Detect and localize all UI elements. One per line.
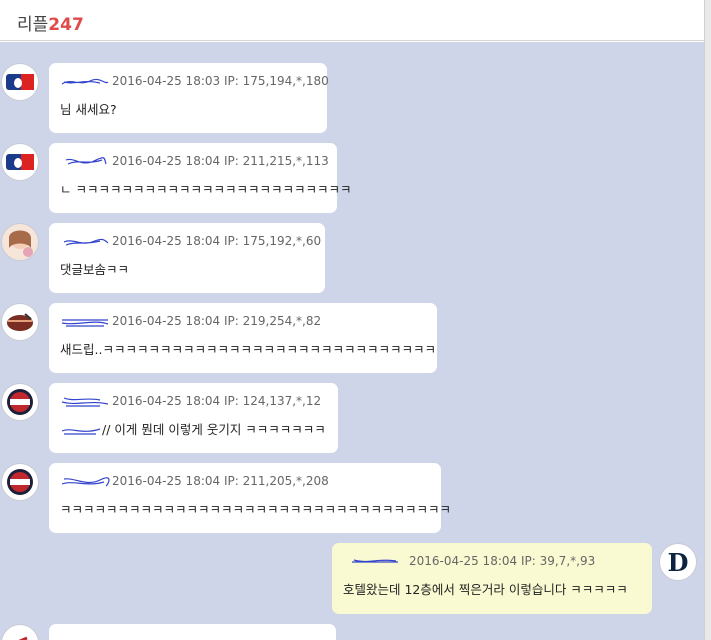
redacted-nickname: [61, 476, 110, 487]
comment-ip: IP: 39,7,*,93: [520, 554, 596, 568]
redacted-nickname: [61, 396, 109, 407]
comment-datetime: 2016-04-25 18:04: [409, 554, 518, 568]
redacted-nickname: [65, 156, 107, 165]
bears-logo-icon[interactable]: [1, 463, 39, 501]
comment-meta: 2016-04-25 18:04 IP: 39,7,*,93: [343, 553, 641, 569]
giants-logo-icon[interactable]: [1, 624, 39, 640]
comment-text: 새드립..ㅋㅋㅋㅋㅋㅋㅋㅋㅋㅋㅋㅋㅋㅋㅋㅋㅋㅋㅋㅋㅋㅋㅋㅋㅋㅋㅋㅋㅋ: [60, 342, 436, 357]
comment-meta: 2016-04-25 18:04 IP: 124,137,*,12: [60, 393, 327, 409]
comment-meta: 2016-04-25 18:03 IP: 175,194,*,180: [60, 73, 329, 89]
comment-bubble: 2016-04-25 18:04 IP: 219,254,*,82 새드립..ㅋ…: [49, 303, 437, 373]
comment-meta: 2016-04-25 18:04 IP: 219,254,*,82: [60, 313, 426, 329]
comment-bubble: 2016-04-25 18:04 IP: 211,215,*,113 ㄴ ㅋㅋㅋ…: [49, 143, 352, 213]
comment-ip: IP: 175,194,*,180: [223, 74, 329, 88]
comment-datetime: 2016-04-25 18:04: [112, 394, 221, 408]
comment-ip: IP: 175,192,*,60: [223, 234, 322, 248]
comment-ip: IP: 124,137,*,12: [223, 394, 322, 408]
profile-photo-icon[interactable]: [1, 223, 39, 261]
comment-datetime: 2016-04-25 18:04: [112, 474, 221, 488]
scrollbar[interactable]: [704, 0, 711, 640]
reply-header: 리플247: [0, 0, 704, 41]
comment-bubble: 2016-04-25 18:03 IP: 175,194,*,180 님 새세요…: [49, 63, 329, 133]
comment-ip: IP: 211,215,*,113: [223, 154, 329, 168]
comment-ip: IP: 219,254,*,82: [223, 314, 322, 328]
my-comment-bubble: 2016-04-25 18:04 IP: 39,7,*,93 호텔왔는데 12층…: [332, 543, 652, 614]
redacted-mention: [61, 427, 101, 435]
comment-text: 님 새세요?: [60, 102, 117, 117]
redacted-nickname: [61, 78, 109, 85]
comment-text: ㅋㅋㅋㅋㅋㅋㅋㅋㅋㅋㅋㅋㅋㅋㅋㅋㅋㅋㅋㅋㅋㅋㅋㅋㅋㅋㅋㅋㅋㅋㅋㅋㅋㅋ: [60, 502, 452, 517]
mlb-logo-icon[interactable]: [1, 63, 39, 101]
reply-count: 247: [48, 15, 84, 35]
reply-title: 리플247: [17, 10, 84, 35]
comment-feed[interactable]: 2016-04-25 18:03 IP: 175,194,*,180 님 새세요…: [0, 42, 704, 640]
comment-bubble: 2016-04-25 18:04 IP: 211,205,*,208 ㅋㅋㅋㅋㅋ…: [49, 463, 452, 533]
comment-bubble: [49, 624, 336, 640]
comment-meta: 2016-04-25 18:04 IP: 175,192,*,60: [60, 233, 321, 249]
comment-bubble: 2016-04-25 18:04 IP: 124,137,*,12 // 이게 …: [49, 383, 338, 453]
comment-text-body: // 이게 뭔데 이렇게 웃기지 ㅋㅋㅋㅋㅋㅋㅋ: [102, 422, 326, 437]
bears-logo-icon[interactable]: [1, 383, 39, 421]
comment-meta: 2016-04-25 18:04 IP: 211,205,*,208: [60, 473, 430, 489]
comment-text: 호텔왔는데 12층에서 찍은거라 이렇습니다 ㅋㅋㅋㅋㅋ: [343, 582, 628, 597]
comment-bubble: 2016-04-25 18:04 IP: 175,192,*,60 댓글보솜ㅋㅋ: [49, 223, 325, 293]
comment-datetime: 2016-04-25 18:04: [112, 154, 221, 168]
tigers-logo-icon[interactable]: D: [659, 543, 697, 581]
comment-text: 댓글보솜ㅋㅋ: [60, 262, 130, 277]
reply-title-label: 리플: [17, 15, 49, 35]
mlb-logo-icon[interactable]: [1, 143, 39, 181]
redacted-nickname: [61, 318, 109, 327]
comment-datetime: 2016-04-25 18:03: [112, 74, 221, 88]
comment-meta: 2016-04-25 18:04 IP: 211,215,*,113: [60, 153, 329, 169]
redacted-nickname: [63, 238, 109, 246]
comment-text: // 이게 뭔데 이렇게 웃기지 ㅋㅋㅋㅋㅋㅋㅋ: [60, 419, 327, 438]
comment-datetime: 2016-04-25 18:04: [112, 314, 221, 328]
giants-logo-icon[interactable]: [1, 303, 39, 341]
comment-datetime: 2016-04-25 18:04: [112, 234, 221, 248]
redacted-nickname: [352, 558, 398, 563]
comment-text: ㄴ ㅋㅋㅋㅋㅋㅋㅋㅋㅋㅋㅋㅋㅋㅋㅋㅋㅋㅋㅋㅋㅋㅋㅋㅋ: [60, 182, 352, 197]
comment-ip: IP: 211,205,*,208: [223, 474, 329, 488]
